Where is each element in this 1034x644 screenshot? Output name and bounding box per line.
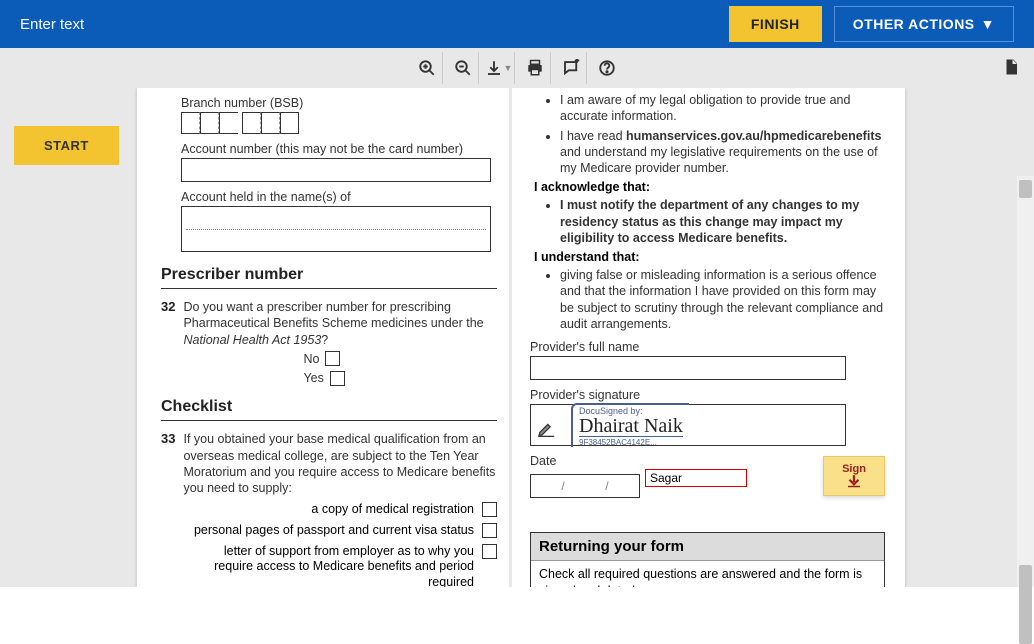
divider xyxy=(161,420,497,421)
finish-button[interactable]: FINISH xyxy=(729,6,822,42)
arrow-down-icon xyxy=(845,475,863,489)
checklist-item-1: a copy of medical registration xyxy=(183,502,497,518)
checklist-checkbox-3[interactable] xyxy=(482,544,497,559)
q32-text: Do you want a prescriber number for pres… xyxy=(183,299,497,386)
account-number-input[interactable] xyxy=(181,158,491,182)
date-row: // Sagar Sign xyxy=(530,474,885,498)
understand-head: I understand that: xyxy=(534,250,885,264)
bsb-label: Branch number (BSB) xyxy=(181,96,497,110)
und-bullet-1: giving false or misleading information i… xyxy=(560,267,885,332)
signature-box[interactable]: DocuSigned by: Dhairat Naik 9F38452BAC41… xyxy=(530,404,846,446)
bsb-input[interactable] xyxy=(181,112,497,134)
signature-text: Dhairat Naik xyxy=(579,416,683,436)
returning-head: Returning your form xyxy=(531,533,884,561)
prescriber-title: Prescriber number xyxy=(161,266,497,284)
scrollbar-thumb[interactable] xyxy=(1019,574,1032,644)
declare-bullet-2: I have read humanservices.gov.au/hpmedic… xyxy=(560,128,885,177)
yes-checkbox[interactable] xyxy=(330,371,345,386)
q33-num: 33 xyxy=(161,431,175,587)
zoom-in-icon[interactable] xyxy=(411,52,443,84)
scrollbar-down-icon[interactable] xyxy=(1019,565,1032,583)
checklist-checkbox-2[interactable] xyxy=(482,523,497,538)
other-actions-label: OTHER ACTIONS xyxy=(853,16,975,32)
vertical-scrollbar[interactable] xyxy=(1017,176,1034,587)
header-actions: FINISH OTHER ACTIONS ▼ xyxy=(729,6,1014,42)
help-icon[interactable] xyxy=(591,52,623,84)
pen-icon xyxy=(537,422,557,441)
q32-row: 32 Do you want a prescriber number for p… xyxy=(161,299,497,386)
no-checkbox[interactable] xyxy=(325,351,340,366)
q32-num: 32 xyxy=(161,299,175,386)
returning-body: Check all required questions are answere… xyxy=(531,561,884,587)
page-right: I am aware of my legal obligation to pro… xyxy=(512,88,905,587)
download-icon[interactable]: ▼ xyxy=(483,52,515,84)
ack-bullet-1: I must notify the department of any chan… xyxy=(560,197,885,246)
q33-text: If you obtained your base medical qualif… xyxy=(183,431,497,496)
declaration-list: I am aware of my legal obligation to pro… xyxy=(530,92,885,176)
main-area: START Branch number (BSB) Account number… xyxy=(0,88,1034,587)
start-button[interactable]: START xyxy=(14,126,119,165)
scrollbar-up-icon[interactable] xyxy=(1019,180,1032,198)
comment-icon[interactable] xyxy=(555,52,587,84)
sign-button[interactable]: Sign xyxy=(823,456,885,496)
sagar-field[interactable]: Sagar xyxy=(645,469,747,487)
other-actions-button[interactable]: OTHER ACTIONS ▼ xyxy=(834,6,1014,42)
account-number-label: Account number (this may not be the card… xyxy=(181,142,497,156)
document-viewport[interactable]: Branch number (BSB) Account number (this… xyxy=(134,88,908,587)
und-list: giving false or misleading information i… xyxy=(530,267,885,332)
provider-name-label: Provider's full name xyxy=(530,340,885,354)
page-left: Branch number (BSB) Account number (this… xyxy=(137,88,509,587)
yes-option[interactable]: Yes xyxy=(303,370,497,386)
q33-row: 33 If you obtained your base medical qua… xyxy=(161,431,497,587)
caret-down-icon: ▼ xyxy=(981,16,995,32)
provider-sig-label: Provider's signature xyxy=(530,388,885,402)
checklist-item-2: personal pages of passport and current v… xyxy=(183,523,497,539)
zoom-out-icon[interactable] xyxy=(447,52,479,84)
provider-name-input[interactable] xyxy=(530,356,846,380)
enter-text-label[interactable]: Enter text xyxy=(20,16,84,33)
declare-bullet-1: I am aware of my legal obligation to pro… xyxy=(560,92,885,125)
docusign-stamp: DocuSigned by: Dhairat Naik 9F38452BAC41… xyxy=(571,403,689,447)
returning-form-box: Returning your form Check all required q… xyxy=(530,532,885,587)
account-held-label: Account held in the name(s) of xyxy=(181,190,497,204)
checklist-title: Checklist xyxy=(161,398,497,416)
toolbar: ▼ xyxy=(0,48,1034,88)
docusign-id: 9F38452BAC4142E... xyxy=(579,436,683,447)
divider xyxy=(161,288,497,289)
date-input[interactable]: // xyxy=(530,474,640,498)
document-icon[interactable] xyxy=(1002,58,1020,79)
document-pages: Branch number (BSB) Account number (this… xyxy=(137,88,905,587)
checklist-item-3: letter of support from employer as to wh… xyxy=(183,544,497,588)
checklist-checkbox-1[interactable] xyxy=(482,502,497,517)
benefits-link[interactable]: humanservices.gov.au/hpmedicarebenefits xyxy=(626,129,881,143)
ack-list: I must notify the department of any chan… xyxy=(530,197,885,246)
no-option[interactable]: No xyxy=(303,351,497,367)
print-icon[interactable] xyxy=(519,52,551,84)
header-bar: Enter text FINISH OTHER ACTIONS ▼ xyxy=(0,0,1034,48)
acknowledge-head: I acknowledge that: xyxy=(534,180,885,194)
account-held-input[interactable] xyxy=(181,206,491,252)
